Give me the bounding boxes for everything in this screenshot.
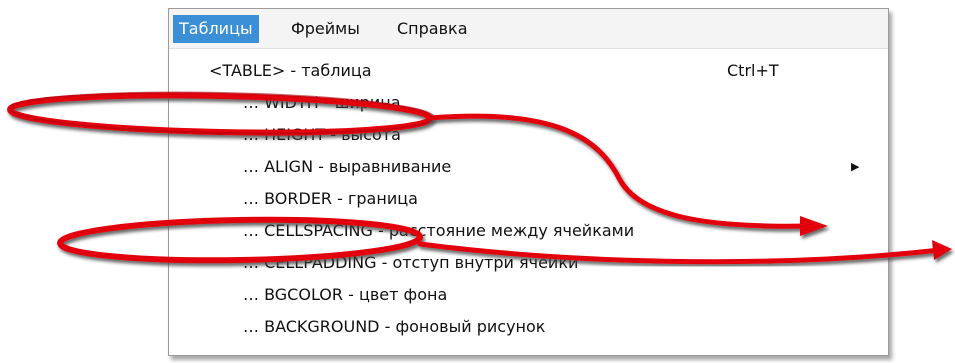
menu-item-shortcut: Ctrl+T [727, 61, 779, 80]
menu-help[interactable]: Справка [391, 15, 474, 43]
menu-item-cellpadding[interactable]: … CELLPADDING - отступ внутри ячейки [179, 247, 879, 279]
menu-item-label: … BORDER - граница [243, 189, 418, 208]
menu-tables[interactable]: Таблицы [173, 15, 259, 43]
menu-item-label: <TABLE> - таблица [209, 61, 372, 80]
menu-item-height[interactable]: … HEIGHT - высота [179, 119, 879, 151]
menu-bar: Таблицы Фреймы Справка [169, 9, 888, 49]
menu-item-label: … CELLSPACING - расстояние между ячейкам… [243, 221, 635, 240]
menu-item-table[interactable]: <TABLE> - таблица Ctrl+T [179, 55, 879, 87]
menu-item-label: … ALIGN - выравнивание [243, 157, 452, 176]
menu-item-background[interactable]: … BACKGROUND - фоновый рисунок [179, 311, 879, 343]
menu-item-label: … HEIGHT - высота [243, 125, 401, 144]
tables-dropdown-menu: <TABLE> - таблица Ctrl+T … WIDTH - ширин… [179, 55, 879, 347]
application-window: Таблицы Фреймы Справка <TABLE> - таблица… [168, 8, 889, 356]
menu-item-align[interactable]: … ALIGN - выравнивание ▶ [179, 151, 879, 183]
menu-item-cellspacing[interactable]: … CELLSPACING - расстояние между ячейкам… [179, 215, 879, 247]
menu-item-width[interactable]: … WIDTH - ширина [179, 87, 879, 119]
menu-frames[interactable]: Фреймы [285, 15, 366, 43]
menu-item-label: … BACKGROUND - фоновый рисунок [243, 317, 546, 336]
menu-item-label: … WIDTH - ширина [243, 93, 401, 112]
menu-item-border[interactable]: … BORDER - граница [179, 183, 879, 215]
arrow-cellspacing-head [932, 240, 952, 260]
screenshot-stage: Таблицы Фреймы Справка <TABLE> - таблица… [0, 0, 955, 363]
menu-item-bgcolor[interactable]: … BGCOLOR - цвет фона [179, 279, 879, 311]
submenu-arrow-icon: ▶ [851, 160, 860, 173]
menu-item-label: … CELLPADDING - отступ внутри ячейки [243, 253, 579, 272]
menu-item-label: … BGCOLOR - цвет фона [243, 285, 448, 304]
